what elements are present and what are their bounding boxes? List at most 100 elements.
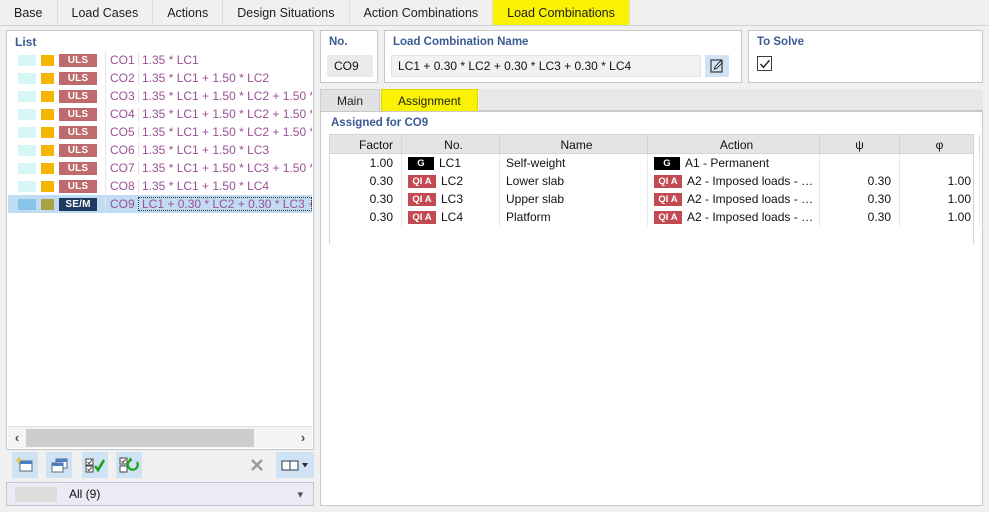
assignment-table: Factor No. Name Action ψ φ 1.00 G LC1 Se… — [329, 134, 980, 244]
list-filter-dropdown[interactable]: All (9) ▾ — [6, 482, 314, 506]
cell-spacer — [980, 208, 989, 226]
cell-action-text: A1 - Permanent — [685, 156, 770, 170]
combination-list-panel: List ULS CO1 1.35 * LC1 ULS CO2 1.35 * L… — [6, 30, 314, 450]
list-title: List — [15, 35, 37, 49]
cell-spacer — [980, 172, 989, 190]
tab-actions[interactable]: Actions — [153, 0, 224, 25]
list-item-selected[interactable]: SE/M CO9 LC1 + 0.30 * LC2 + 0.30 * LC3 +… — [8, 195, 312, 213]
tab-assignment[interactable]: Assignment — [381, 89, 478, 111]
name-input[interactable]: LC1 + 0.30 * LC2 + 0.30 * LC3 + 0.30 * L… — [391, 55, 701, 77]
color-swatch-secondary — [41, 180, 54, 192]
situation-badge: ULS — [59, 53, 97, 67]
color-swatch-secondary — [41, 90, 54, 102]
list-item[interactable]: ULS CO2 1.35 * LC1 + 1.50 * LC2 — [8, 69, 312, 87]
list-item[interactable]: ULS CO3 1.35 * LC1 + 1.50 * LC2 + 1.50 *… — [8, 87, 312, 105]
scrollbar-thumb[interactable] — [26, 428, 254, 447]
check-all-button[interactable] — [82, 452, 108, 478]
combination-list[interactable]: ULS CO1 1.35 * LC1 ULS CO2 1.35 * LC1 + … — [8, 51, 312, 424]
cell-spacer — [980, 154, 989, 172]
color-swatch-primary — [18, 198, 36, 210]
cell-name: Self-weight — [500, 154, 648, 172]
list-item[interactable]: ULS CO1 1.35 * LC1 — [8, 51, 312, 69]
list-item[interactable]: ULS CO5 1.35 * LC1 + 1.50 * LC2 + 1.50 *… — [8, 123, 312, 141]
cell-psi: 0.30 — [820, 208, 900, 226]
delete-button[interactable] — [244, 452, 270, 478]
list-item[interactable]: ULS CO4 1.35 * LC1 + 1.50 * LC2 + 1.50 *… — [8, 105, 312, 123]
split-panel-icon — [281, 460, 308, 471]
chevron-left-icon[interactable]: ‹ — [8, 428, 26, 448]
invert-check-button[interactable] — [116, 452, 142, 478]
column-header-psi[interactable]: ψ — [820, 135, 900, 154]
table-row[interactable]: 0.30 QI A LC4 Platform QI A A2 - Imposed… — [330, 208, 980, 226]
table-row[interactable]: 1.00 G LC1 Self-weight G A1 - Permanent — [330, 154, 980, 172]
to-solve-label: To Solve — [757, 36, 805, 48]
color-swatch-secondary — [41, 198, 54, 210]
cell-name: Lower slab — [500, 172, 648, 190]
scrollbar-track[interactable] — [26, 427, 294, 448]
list-horizontal-scrollbar[interactable]: ‹ › — [8, 426, 312, 448]
action-type-badge: QI A — [654, 210, 682, 224]
chevron-down-icon[interactable]: ▾ — [297, 488, 303, 501]
action-type-badge: G — [654, 156, 680, 170]
new-combination-button[interactable] — [12, 452, 38, 478]
color-swatch-primary — [18, 180, 36, 192]
cell-action-text: A2 - Imposed loads - ca... — [687, 192, 819, 206]
name-label: Load Combination Name — [393, 36, 529, 48]
list-item[interactable]: ULS CO8 1.35 * LC1 + 1.50 * LC4 — [8, 177, 312, 195]
situation-badge: ULS — [59, 71, 97, 85]
cell-no-text: LC2 — [441, 174, 464, 188]
view-layout-button[interactable] — [276, 452, 314, 478]
tab-load-combinations[interactable]: Load Combinations — [493, 0, 630, 25]
name-panel: Load Combination Name LC1 + 0.30 * LC2 +… — [384, 30, 742, 83]
table-header-row: Factor No. Name Action ψ φ — [330, 135, 980, 154]
color-swatch-primary — [18, 54, 36, 66]
tab-base[interactable]: Base — [0, 0, 58, 25]
list-item[interactable]: ULS CO6 1.35 * LC1 + 1.50 * LC3 — [8, 141, 312, 159]
edit-name-button[interactable] — [705, 55, 729, 77]
cell-action-text: A2 - Imposed loads - ca... — [687, 210, 819, 224]
cell-no-text: LC1 — [439, 156, 462, 170]
cell-factor: 1.00 — [330, 154, 402, 172]
list-item-no: CO1 — [110, 53, 135, 67]
main-tab-bar: Base Load Cases Actions Design Situation… — [0, 0, 989, 26]
cell-factor: 0.30 — [330, 190, 402, 208]
column-header-phi[interactable]: φ — [900, 135, 980, 154]
color-swatch-primary — [18, 90, 36, 102]
list-item-formula: 1.35 * LC1 + 1.50 * LC4 — [138, 179, 312, 193]
chevron-right-icon[interactable]: › — [294, 428, 312, 448]
list-item[interactable]: ULS CO7 1.35 * LC1 + 1.50 * LC3 + 1.50 *… — [8, 159, 312, 177]
edit-pencil-icon — [710, 59, 723, 73]
color-swatch-secondary — [41, 126, 54, 138]
situation-badge: ULS — [59, 107, 97, 121]
situation-badge: ULS — [59, 143, 97, 157]
table-row[interactable]: 0.30 QI A LC2 Lower slab QI A A2 - Impos… — [330, 172, 980, 190]
table-row[interactable]: 0.30 QI A LC3 Upper slab QI A A2 - Impos… — [330, 190, 980, 208]
cell-phi: 1.00 — [900, 208, 980, 226]
color-swatch-secondary — [41, 54, 54, 66]
cell-action: QI A A2 - Imposed loads - ca... — [648, 172, 820, 190]
filter-color-swatch — [15, 486, 57, 502]
color-swatch-secondary — [41, 162, 54, 174]
list-item-formula: 1.35 * LC1 + 1.50 * LC3 + 1.50 * LC4 — [138, 161, 312, 175]
cell-phi — [900, 154, 980, 172]
tab-load-cases[interactable]: Load Cases — [57, 0, 154, 25]
list-item-no: CO3 — [110, 89, 135, 103]
copy-combination-button[interactable] — [46, 452, 72, 478]
filter-label: All (9) — [69, 487, 101, 501]
tab-action-combinations[interactable]: Action Combinations — [349, 0, 494, 25]
no-field[interactable]: CO9 — [327, 55, 373, 77]
color-swatch-primary — [18, 162, 36, 174]
tab-main[interactable]: Main — [320, 89, 381, 111]
list-toolbar — [6, 452, 314, 480]
column-header-no[interactable]: No. — [402, 135, 500, 154]
cell-no-text: LC4 — [441, 210, 464, 224]
to-solve-checkbox[interactable] — [757, 56, 772, 71]
column-header-name[interactable]: Name — [500, 135, 648, 154]
cell-name: Upper slab — [500, 190, 648, 208]
cell-no: QI A LC3 — [402, 190, 500, 208]
list-item-formula: 1.35 * LC1 — [138, 53, 312, 67]
column-header-action[interactable]: Action — [648, 135, 820, 154]
list-item-formula: 1.35 * LC1 + 1.50 * LC2 + 1.50 * LC4 — [138, 125, 312, 139]
tab-design-situations[interactable]: Design Situations — [223, 0, 350, 25]
column-header-factor[interactable]: Factor — [330, 135, 402, 154]
